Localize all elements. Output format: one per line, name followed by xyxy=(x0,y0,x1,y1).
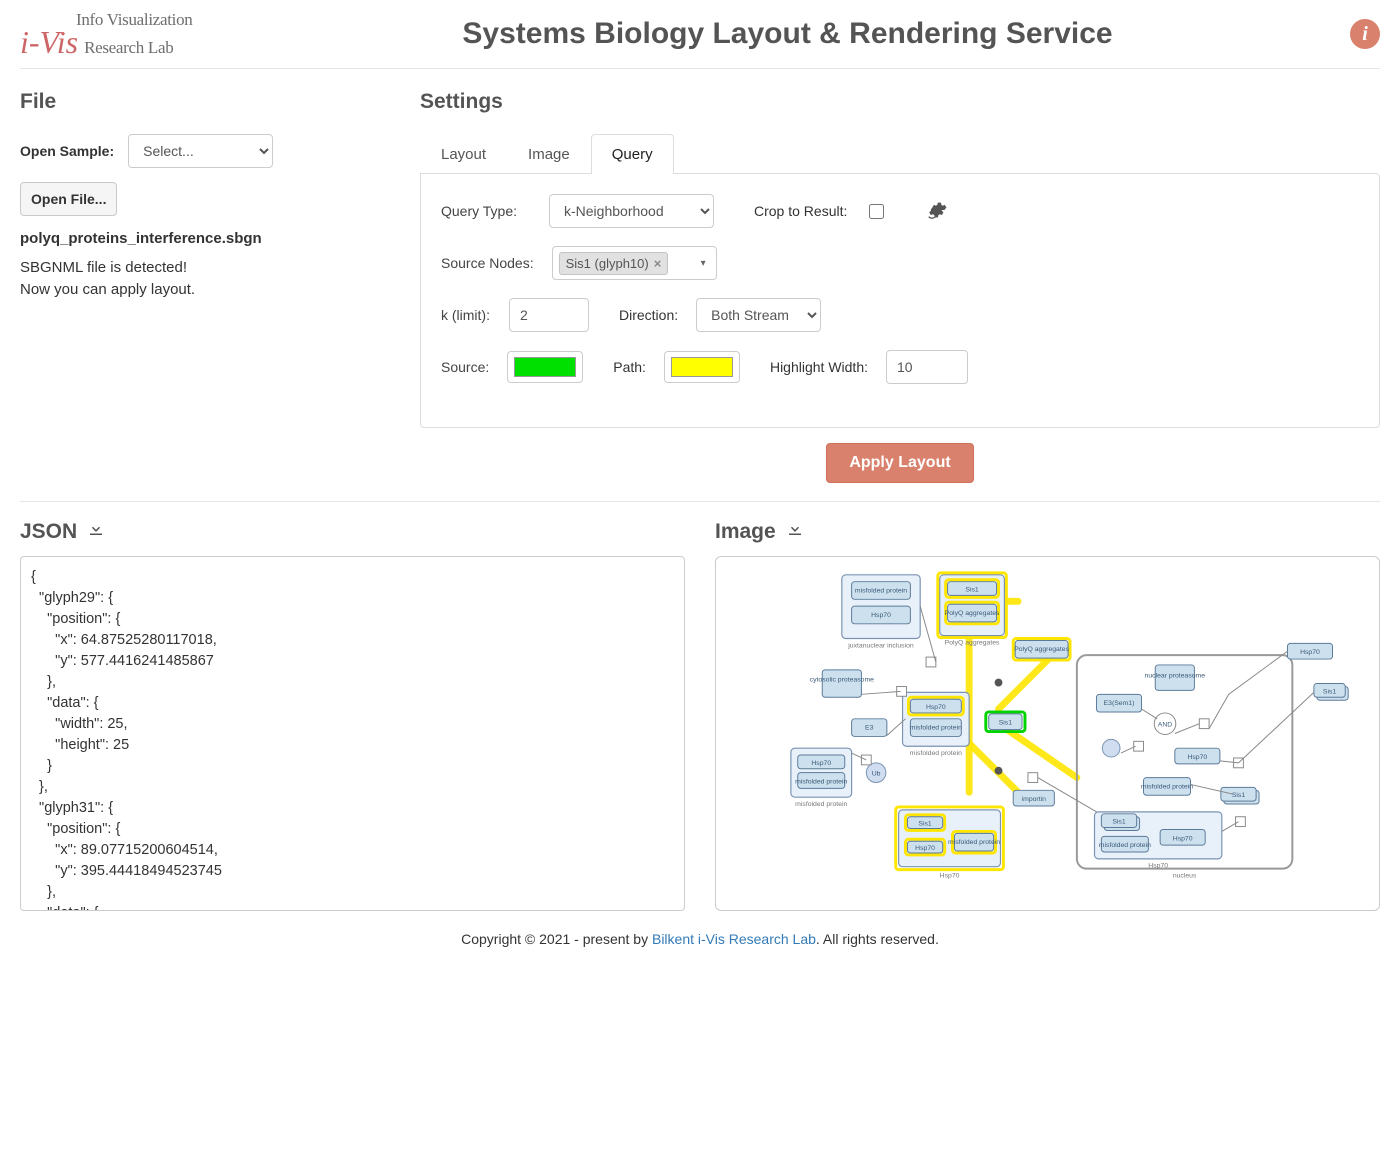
image-title: Image xyxy=(715,520,776,544)
crop-checkbox[interactable] xyxy=(869,204,884,219)
source-color-label: Source: xyxy=(441,359,489,375)
svg-text:Hsp70: Hsp70 xyxy=(1173,835,1193,842)
query-type-select[interactable]: k-Neighborhood xyxy=(549,194,714,228)
apply-layout-button[interactable]: Apply Layout xyxy=(826,443,973,483)
svg-text:Sis1: Sis1 xyxy=(999,720,1013,727)
svg-text:Sis1: Sis1 xyxy=(1232,792,1246,799)
svg-text:Hsp70: Hsp70 xyxy=(926,704,946,711)
source-nodes-input[interactable]: Sis1 (glyph10) × ▾ xyxy=(552,246,717,280)
svg-text:nucleus: nucleus xyxy=(1173,872,1197,879)
svg-text:misfolded protein: misfolded protein xyxy=(910,725,962,732)
logo: Info Visualization i-Vis Research Lab xyxy=(20,10,225,58)
svg-text:nuclear proteasome: nuclear proteasome xyxy=(1145,673,1206,680)
highlight-width-input[interactable] xyxy=(886,350,968,384)
source-nodes-label: Source Nodes: xyxy=(441,255,534,271)
svg-text:misfolded protein: misfolded protein xyxy=(1099,842,1151,849)
svg-text:Sis1: Sis1 xyxy=(965,586,979,593)
direction-select[interactable]: Both Stream xyxy=(696,298,821,332)
svg-text:Hsp70: Hsp70 xyxy=(811,760,831,767)
json-result-panel: JSON { "glyph29": { "position": { "x": 6… xyxy=(20,520,685,911)
svg-text:Hsp70: Hsp70 xyxy=(1187,754,1207,761)
svg-text:juxtanuclear inclusion: juxtanuclear inclusion xyxy=(847,642,914,649)
image-result-panel: Image misfolded protein Hsp70 juxtanucle… xyxy=(715,520,1380,911)
file-section-title: File xyxy=(20,90,390,114)
source-color-picker[interactable] xyxy=(507,351,583,383)
footer-link[interactable]: Bilkent i-Vis Research Lab xyxy=(652,931,816,947)
svg-text:AND: AND xyxy=(1158,722,1173,729)
sample-select[interactable]: Select... xyxy=(128,134,273,168)
direction-label: Direction: xyxy=(619,307,678,323)
file-panel: File Open Sample: Select... Open File...… xyxy=(20,84,390,483)
source-node-tag: Sis1 (glyph10) × xyxy=(559,252,669,275)
tab-image[interactable]: Image xyxy=(507,134,591,174)
open-file-button[interactable]: Open File... xyxy=(20,182,117,216)
download-json-icon[interactable] xyxy=(87,520,105,544)
tab-query[interactable]: Query xyxy=(591,134,674,174)
svg-text:Hsp70: Hsp70 xyxy=(915,845,935,852)
svg-text:cytosolic proteasome: cytosolic proteasome xyxy=(810,677,874,684)
download-image-icon[interactable] xyxy=(786,520,804,544)
svg-text:misfolded protein: misfolded protein xyxy=(948,839,1000,846)
svg-text:misfolded protein: misfolded protein xyxy=(795,778,847,785)
svg-text:Sis1: Sis1 xyxy=(1323,688,1337,695)
svg-text:PolyQ aggregates: PolyQ aggregates xyxy=(945,639,1000,646)
file-status: SBGNML file is detected! Now you can app… xyxy=(20,257,390,301)
settings-panel: Settings Layout Image Query Query Type: … xyxy=(420,84,1380,483)
image-output: misfolded protein Hsp70 juxtanuclear inc… xyxy=(715,556,1380,911)
svg-text:importin: importin xyxy=(1022,796,1047,803)
svg-text:Hsp70: Hsp70 xyxy=(1300,649,1320,656)
logo-mark: i-Vis xyxy=(20,30,78,56)
svg-text:Sis1: Sis1 xyxy=(1112,819,1126,826)
current-filename: polyq_proteins_interference.sbgn xyxy=(20,230,390,247)
query-type-label: Query Type: xyxy=(441,203,531,219)
open-sample-label: Open Sample: xyxy=(20,143,114,159)
json-output[interactable]: { "glyph29": { "position": { "x": 64.875… xyxy=(20,556,685,911)
query-tab-content: Query Type: k-Neighborhood Crop to Resul… xyxy=(420,173,1380,428)
crop-label: Crop to Result: xyxy=(754,203,847,219)
page-title: Systems Biology Layout & Rendering Servi… xyxy=(225,17,1350,51)
footer: Copyright © 2021 - present by Bilkent i-… xyxy=(20,931,1380,947)
svg-text:Sis1: Sis1 xyxy=(918,821,932,828)
svg-text:Hsp70: Hsp70 xyxy=(940,872,960,879)
svg-text:PolyQ aggregates: PolyQ aggregates xyxy=(1014,646,1069,653)
svg-text:E3(Sem1): E3(Sem1) xyxy=(1104,700,1135,707)
chevron-down-icon[interactable]: ▾ xyxy=(701,258,710,269)
k-limit-input[interactable] xyxy=(509,298,589,332)
sbgn-diagram: misfolded protein Hsp70 juxtanuclear inc… xyxy=(726,567,1369,900)
svg-text:misfolded protein: misfolded protein xyxy=(910,750,962,757)
page-header: Info Visualization i-Vis Research Lab Sy… xyxy=(20,0,1380,69)
k-limit-label: k (limit): xyxy=(441,307,491,323)
json-title: JSON xyxy=(20,520,77,544)
svg-text:Hsp70: Hsp70 xyxy=(871,612,891,619)
svg-text:E3: E3 xyxy=(865,725,874,732)
svg-text:misfolded protein: misfolded protein xyxy=(1141,783,1193,790)
svg-text:Ub: Ub xyxy=(872,771,881,778)
gear-icon[interactable] xyxy=(927,200,947,223)
info-icon[interactable]: i xyxy=(1350,19,1380,49)
svg-text:misfolded protein: misfolded protein xyxy=(855,587,907,594)
settings-tabs: Layout Image Query xyxy=(420,134,1380,173)
tab-layout[interactable]: Layout xyxy=(420,134,507,174)
svg-text:PolyQ aggregates: PolyQ aggregates xyxy=(945,610,1000,617)
highlight-width-label: Highlight Width: xyxy=(770,359,868,375)
settings-section-title: Settings xyxy=(420,90,1380,114)
svg-text:misfolded protein: misfolded protein xyxy=(795,801,847,808)
path-color-label: Path: xyxy=(613,359,646,375)
path-color-picker[interactable] xyxy=(664,351,740,383)
logo-subtitle: Research Lab xyxy=(84,38,173,58)
svg-text:Hsp70: Hsp70 xyxy=(1148,863,1168,870)
tag-remove-icon[interactable]: × xyxy=(654,256,662,271)
